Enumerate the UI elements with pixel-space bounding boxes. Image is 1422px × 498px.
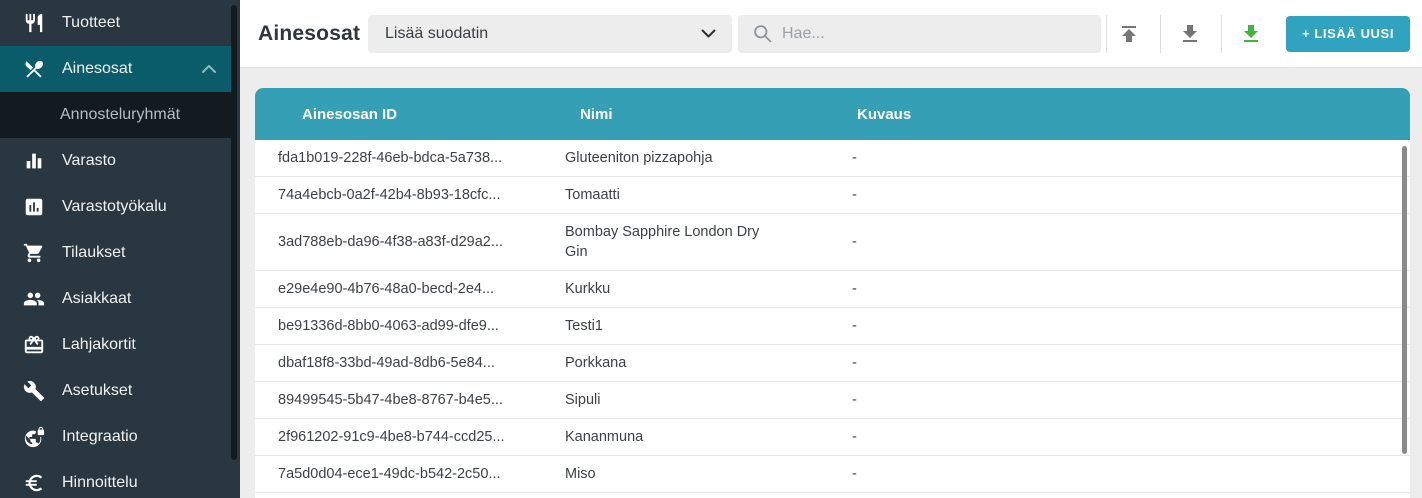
cell-ingredient-id: 89499545-5b47-4be8-8767-b4e5... <box>255 382 540 418</box>
sidebar-item-label: Integraatio <box>62 428 138 446</box>
toolbar-divider <box>1106 15 1107 53</box>
sidebar-item-label: Annosteluryhmät <box>60 106 180 124</box>
cell-ingredient-id: be91336d-8bb0-4063-ad99-dfe9... <box>255 308 540 344</box>
cell-name: Bombay Sapphire London Dry Gin <box>540 214 830 270</box>
sidebar-item-label: Ainesosat <box>62 60 132 78</box>
sidebar: Tuotteet Ainesosat Annosteluryhmät Varasto V… <box>0 0 240 498</box>
cell-description: - <box>830 308 1410 344</box>
sidebar-item-label: Lahjakortit <box>62 336 136 354</box>
sidebar-item-lahjakortit[interactable]: Lahjakortit <box>0 322 232 368</box>
table-row[interactable]: be91336d-8bb0-4063-ad99-dfe9...Testi1- <box>255 308 1410 345</box>
cell-description: - <box>830 177 1410 213</box>
table-row[interactable]: dbaf18f8-33bd-49ad-8db6-5e84...Porkkana- <box>255 345 1410 382</box>
cutlery-icon <box>22 57 46 81</box>
gift-card-icon <box>22 333 46 357</box>
cell-name: Miso <box>540 456 830 492</box>
cell-ingredient-id: e29e4e90-4b76-48a0-becd-2e4... <box>255 271 540 307</box>
sidebar-item-label: Tilaukset <box>62 244 125 262</box>
sidebar-item-hinnoittelu[interactable]: Hinnoittelu <box>0 460 232 498</box>
sidebar-item-tuotteet[interactable]: Tuotteet <box>0 0 232 46</box>
cell-name: Kananmuna <box>540 419 830 455</box>
sidebar-item-varasto[interactable]: Varasto <box>0 138 232 184</box>
cell-ingredient-id: 2f961202-91c9-4be8-b744-ccd25... <box>255 419 540 455</box>
table-scrollbar[interactable] <box>1402 146 1407 454</box>
table-row[interactable]: 7a5d0d04-ece1-49dc-b542-2c50...Miso- <box>255 456 1410 493</box>
search-box[interactable] <box>738 15 1101 53</box>
upload-icon <box>1117 22 1141 46</box>
sidebar-item-label: Varastotyökalu <box>62 198 167 216</box>
bar-chart-icon <box>22 149 46 173</box>
add-new-button[interactable]: + LISÄÄ UUSI <box>1286 16 1410 52</box>
sidebar-item-tilaukset[interactable]: Tilaukset <box>0 230 232 276</box>
cell-ingredient-id: fda1b019-228f-46eb-bdca-5a738... <box>255 140 540 176</box>
cell-ingredient-id: 3ad788eb-da96-4f38-a83f-d29a2... <box>255 224 540 260</box>
toolbar: Ainesosat Lisää suodatin <box>240 0 1422 68</box>
cell-description: - <box>830 345 1410 381</box>
people-icon <box>22 287 46 311</box>
column-header-ainesosan-id: Ainesosan ID <box>255 106 540 123</box>
ingredients-table: Ainesosan ID Nimi Kuvaus fda1b019-228f-4… <box>255 88 1410 498</box>
content-area: Ainesosan ID Nimi Kuvaus fda1b019-228f-4… <box>240 68 1422 498</box>
cell-description: - <box>830 382 1410 418</box>
chart-box-icon <box>22 195 46 219</box>
sidebar-item-varastotyokalu[interactable]: Varastotyökalu <box>0 184 232 230</box>
filter-dropdown-label: Lisää suodatin <box>385 25 488 43</box>
upload-button[interactable] <box>1111 14 1147 54</box>
sidebar-item-annosteluryhmat[interactable]: Annosteluryhmät <box>0 92 232 138</box>
restaurant-icon <box>22 11 46 35</box>
cell-description: - <box>830 224 1410 260</box>
chevron-down-icon <box>701 29 716 38</box>
sidebar-item-asiakkaat[interactable]: Asiakkaat <box>0 276 232 322</box>
table-row[interactable]: 3ad788eb-da96-4f38-a83f-d29a2...Bombay S… <box>255 214 1410 271</box>
cart-icon <box>22 241 46 265</box>
wrench-icon <box>22 379 46 403</box>
cell-description: - <box>830 456 1410 492</box>
cell-description: - <box>830 271 1410 307</box>
search-icon <box>752 23 773 44</box>
cell-ingredient-id: 7a5d0d04-ece1-49dc-b542-2c50... <box>255 456 540 492</box>
sidebar-item-asetukset[interactable]: Asetukset <box>0 368 232 414</box>
column-header-nimi: Nimi <box>540 106 830 123</box>
euro-icon <box>22 471 46 495</box>
toolbar-divider <box>1160 15 1161 53</box>
sidebar-item-ainesosat[interactable]: Ainesosat <box>0 46 232 92</box>
cell-ingredient-id: 74a4ebcb-0a2f-42b4-8b93-18cfc... <box>255 177 540 213</box>
cell-name: Sipuli <box>540 382 830 418</box>
sidebar-item-label: Hinnoittelu <box>62 474 138 492</box>
cell-name: Kurkku <box>540 271 830 307</box>
download-green-icon <box>1239 22 1263 46</box>
download-button[interactable] <box>1172 14 1208 54</box>
cell-ingredient-id: dbaf18f8-33bd-49ad-8db6-5e84... <box>255 345 540 381</box>
filter-dropdown[interactable]: Lisää suodatin <box>368 15 732 53</box>
sidebar-item-label: Varasto <box>62 152 116 170</box>
table-row[interactable]: 2f961202-91c9-4be8-b744-ccd25...Kananmun… <box>255 419 1410 456</box>
sidebar-item-label: Tuotteet <box>62 14 120 32</box>
search-input[interactable] <box>782 25 1091 43</box>
download-icon <box>1178 22 1202 46</box>
cell-name: Gluteeniton pizzapohja <box>540 140 830 176</box>
sidebar-scrollbar[interactable] <box>231 5 237 460</box>
table-header: Ainesosan ID Nimi Kuvaus <box>255 88 1410 140</box>
cell-name: Testi1 <box>540 308 830 344</box>
cell-description: - <box>830 419 1410 455</box>
cell-name: Porkkana <box>540 345 830 381</box>
cell-description: - <box>830 140 1410 176</box>
toolbar-divider <box>1221 15 1222 53</box>
column-header-kuvaus: Kuvaus <box>830 106 1410 123</box>
table-row[interactable]: e29e4e90-4b76-48a0-becd-2e4...Kurkku- <box>255 271 1410 308</box>
cell-name: Tomaatti <box>540 177 830 213</box>
table-row[interactable]: 89499545-5b47-4be8-8767-b4e5...Sipuli- <box>255 382 1410 419</box>
sidebar-item-integraatio[interactable]: Integraatio <box>0 414 232 460</box>
table-row[interactable]: fda1b019-228f-46eb-bdca-5a738...Gluteeni… <box>255 140 1410 177</box>
table-row[interactable]: 74a4ebcb-0a2f-42b4-8b93-18cfc...Tomaatti… <box>255 177 1410 214</box>
chevron-up-icon <box>202 65 216 73</box>
globe-lock-icon <box>22 425 46 449</box>
export-download-button[interactable] <box>1233 14 1269 54</box>
sidebar-item-label: Asetukset <box>62 382 132 400</box>
page-title: Ainesosat <box>258 22 352 46</box>
main-area: Ainesosat Lisää suodatin <box>240 0 1422 498</box>
sidebar-item-label: Asiakkaat <box>62 290 131 308</box>
